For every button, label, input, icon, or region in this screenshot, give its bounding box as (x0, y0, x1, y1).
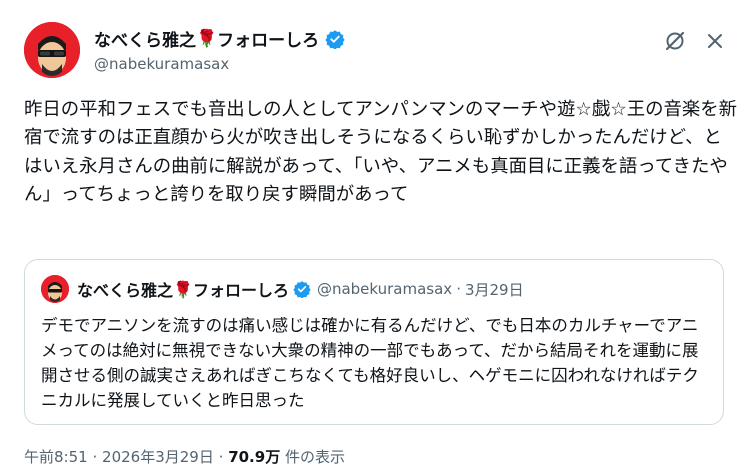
quoted-tweet-text: デモでアニソンを流すのは痛い感じは確かに有るんだけど、でも日本のカルチャーでアニ… (41, 316, 699, 410)
avatar-illustration (24, 22, 80, 78)
tweet-meta: 午前8:51 · 2026年3月29日 · 70.9万 件の表示 (24, 446, 345, 467)
quoted-tweet-card[interactable]: なべくら雅之 🌹 フォローしろ @nabekuramasax · 3月29日 デ… (24, 259, 724, 425)
author-handle[interactable]: @nabekuramasax (94, 55, 229, 73)
tweet-date[interactable]: 2026年3月29日 (102, 448, 214, 466)
tweet-header: なべくら雅之 🌹 フォローしろ @nabekuramasax (24, 18, 734, 78)
quoted-display-name[interactable]: なべくら雅之 (77, 277, 173, 301)
view-count: 70.9万 (228, 448, 281, 466)
verified-badge-icon[interactable] (325, 29, 345, 50)
author-name-row[interactable]: なべくら雅之 🌹 フォローしろ (94, 26, 345, 51)
quoted-rose-emoji: 🌹 (173, 279, 193, 299)
author-display-name[interactable]: なべくら雅之 (94, 26, 196, 51)
view-count-label: 件の表示 (284, 448, 345, 466)
meta-separator: · (92, 448, 98, 466)
quoted-handle[interactable]: @nabekuramasax (317, 280, 452, 298)
author-display-name-suffix[interactable]: フォローしろ (217, 26, 319, 51)
quoted-separator: · (456, 280, 461, 298)
tweet-time[interactable]: 午前8:51 (24, 448, 88, 466)
quoted-date[interactable]: 3月29日 (465, 279, 524, 300)
grok-icon[interactable] (662, 28, 688, 54)
avatar[interactable] (24, 22, 80, 78)
quoted-header: なべくら雅之 🌹 フォローしろ @nabekuramasax · 3月29日 (77, 277, 524, 301)
quoted-avatar[interactable] (41, 275, 69, 303)
rose-emoji: 🌹 (196, 28, 218, 49)
quoted-avatar-illustration (41, 275, 69, 303)
quoted-display-name-suffix[interactable]: フォローしろ (193, 277, 289, 301)
close-icon[interactable] (702, 28, 728, 54)
meta-separator: · (218, 448, 224, 466)
quoted-verified-badge-icon (293, 280, 311, 299)
tweet-text: 昨日の平和フェスでも音出しの人としてアンパンマンのマーチや遊☆戯☆王の音楽を新宿… (24, 99, 738, 206)
